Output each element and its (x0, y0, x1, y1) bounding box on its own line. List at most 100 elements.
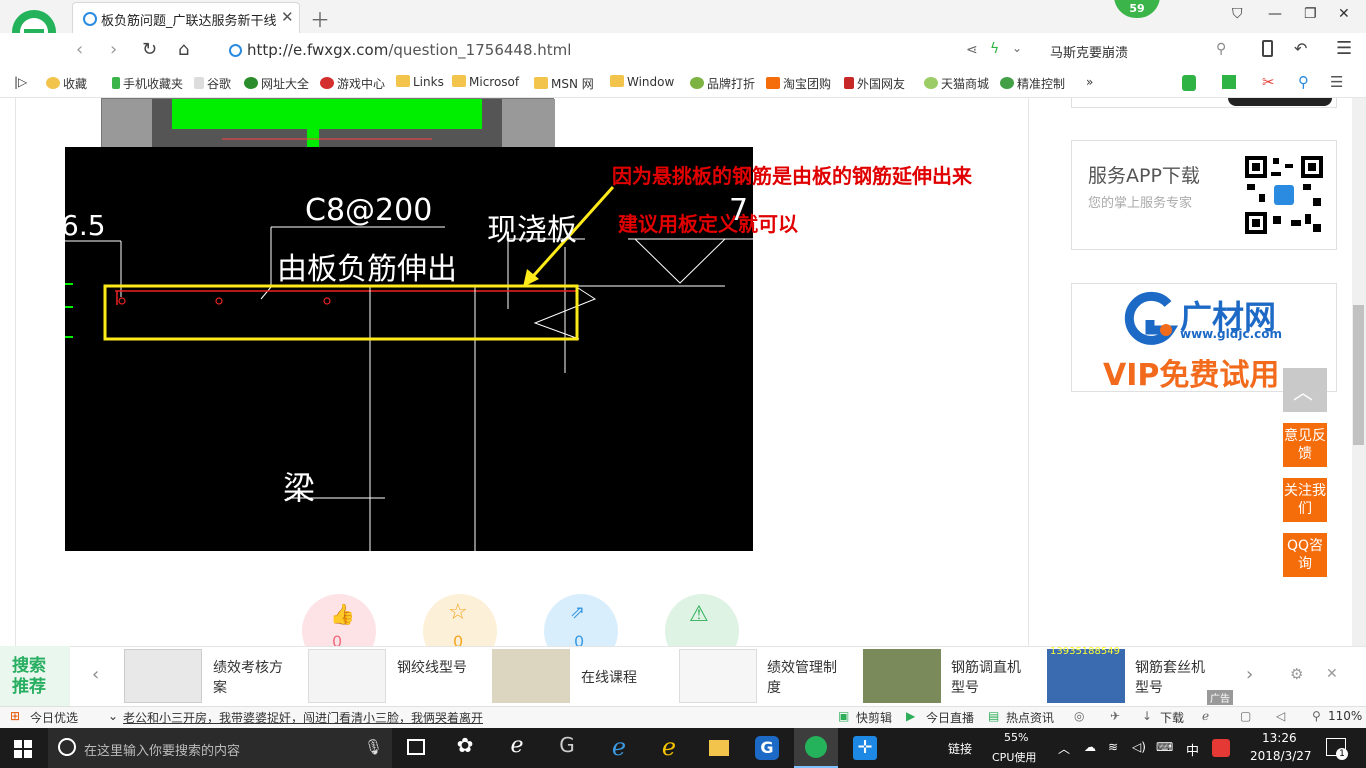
recommend-item[interactable]: 钢筋调直机型号 (951, 658, 1031, 698)
refresh-icon[interactable]: ↻ (142, 39, 157, 60)
bookmark-hao[interactable]: 网址大全 (244, 75, 309, 92)
bookmark-tmall[interactable]: 天猫商城 (924, 75, 989, 92)
home-icon[interactable]: ⌂ (178, 39, 189, 60)
search-input[interactable]: 马斯克要崩溃 (1040, 38, 1240, 64)
sound-icon[interactable]: ◁ (1276, 709, 1285, 723)
chevron-down-icon[interactable]: ⌄ (108, 709, 118, 723)
follow-us-button[interactable]: 关注我们 (1283, 478, 1327, 522)
share-icon[interactable]: ⋖ (966, 42, 978, 58)
thumbs-up-icon: 👍 (330, 602, 355, 626)
shirt-icon[interactable]: ⛉ (1232, 6, 1243, 22)
wifi-icon[interactable]: ≋ (1108, 740, 1118, 754)
magnifier-icon[interactable]: ⚲ (1298, 73, 1309, 91)
link-label[interactable]: 链接 (948, 740, 972, 757)
recommend-image[interactable] (1047, 649, 1125, 703)
undo-icon[interactable]: ↶ (1294, 39, 1307, 58)
translate-icon[interactable] (1222, 75, 1236, 89)
next-icon[interactable]: › (1246, 664, 1253, 685)
volume-icon[interactable]: ◁) (1132, 740, 1146, 754)
ie-taskbar-icon[interactable]: ℯ (600, 733, 638, 763)
glodon-icon[interactable]: G (748, 733, 786, 763)
today-picks[interactable]: 今日优选 (30, 709, 78, 726)
recommend-item[interactable]: 绩效考核方案 (213, 658, 293, 698)
recommend-item[interactable]: 在线课程 (581, 668, 661, 688)
recommend-image[interactable] (679, 649, 757, 703)
cloud-icon[interactable]: ☁ (1084, 740, 1096, 754)
bookmark-google[interactable]: 谷歌 (194, 75, 231, 92)
back-icon[interactable]: ‹ (76, 39, 83, 60)
recommend-item[interactable]: 绩效管理制度 (767, 658, 847, 698)
new-tab-button[interactable]: ＋ (310, 4, 330, 33)
maximize-button[interactable]: ❐ (1304, 6, 1317, 22)
bookmark-mobile[interactable]: 手机收藏夹 (112, 75, 183, 92)
cad-dimension-left: 6.5 (65, 209, 106, 242)
back-to-top-button[interactable]: ︿ (1283, 368, 1327, 412)
taskbar-search-input[interactable]: 在这里输入你要搜索的内容 🎙 (48, 728, 392, 768)
chevron-up-icon[interactable]: ︿ (1058, 740, 1070, 757)
address-input[interactable]: http://e.fwxgx.com/question_1756448.html (247, 41, 571, 59)
lightning-icon[interactable]: ϟ (990, 41, 999, 57)
kuaijianji-link[interactable]: 快剪辑 (856, 709, 892, 726)
bookmark-taobao[interactable]: 淘宝团购 (766, 75, 831, 92)
close-window-button[interactable]: ✕ (1338, 6, 1350, 22)
app-blue-icon[interactable]: ✛ (846, 733, 884, 763)
ime-indicator[interactable]: 中 (1186, 740, 1199, 759)
hot-news-link[interactable]: 热点资讯 (1006, 709, 1054, 726)
bookmark-foreign[interactable]: 外国网友 (844, 75, 905, 92)
tab-active[interactable]: 板负筋问题_广联达服务新干线 ✕ (72, 2, 300, 33)
speed-icon[interactable]: ◎ (1074, 709, 1084, 723)
menu-lines-icon[interactable]: ☰ (1330, 73, 1343, 91)
recommend-image[interactable] (492, 649, 570, 703)
search-icon[interactable]: ⚲ (1216, 41, 1226, 57)
zoom-level[interactable]: 110% (1328, 709, 1362, 723)
microphone-icon[interactable]: 🎙 (364, 738, 383, 756)
keyboard-icon[interactable]: ⌨ (1156, 740, 1173, 754)
sogou-icon[interactable] (1212, 739, 1230, 757)
bookmark-more[interactable]: » (1086, 75, 1093, 89)
recommend-item[interactable]: 钢绞线型号 (397, 658, 477, 678)
recommend-image[interactable] (863, 649, 941, 703)
phone-icon[interactable] (1262, 40, 1273, 57)
clock-time[interactable]: 13:26 (1262, 731, 1297, 745)
bookmark-brand[interactable]: 品牌打折 (690, 75, 755, 92)
download-link[interactable]: 下载 (1160, 709, 1184, 726)
ie-mode-icon[interactable]: ℯ (1202, 709, 1209, 723)
scrollbar-thumb[interactable] (1353, 305, 1364, 445)
bookmark-links[interactable]: Links (396, 75, 444, 89)
recommend-item[interactable]: 钢筋套丝机型号 (1135, 658, 1215, 698)
close-icon[interactable]: ✕ (1326, 666, 1338, 682)
settings-icon[interactable]: ⚙ (1290, 665, 1303, 683)
shield-icon[interactable] (1182, 75, 1196, 91)
bookmark-msn[interactable]: MSN 网 (534, 75, 594, 92)
bookmark-windows[interactable]: Window (610, 75, 674, 89)
ie-blue-icon[interactable]: ℯ (650, 733, 688, 763)
recommend-image[interactable] (308, 649, 386, 703)
minimize-button[interactable]: — (1268, 6, 1282, 22)
live-link[interactable]: 今日直播 (926, 709, 974, 726)
scissors-icon[interactable]: ✂ (1262, 73, 1275, 91)
edge-icon[interactable]: ℯ (498, 733, 536, 763)
task-view-icon[interactable] (398, 733, 436, 763)
window-icon[interactable]: ▢ (1240, 709, 1251, 723)
g-app-icon[interactable]: G (548, 733, 586, 763)
bookmark-microsoft[interactable]: Microsof (452, 75, 519, 89)
bookmark-precise[interactable]: 精准控制 (1000, 75, 1065, 92)
bookmark-games[interactable]: 游戏中心 (320, 75, 385, 92)
windows-start-icon[interactable] (14, 740, 32, 758)
pin-icon[interactable]: ✈ (1110, 709, 1120, 723)
tab-close-icon[interactable]: ✕ (281, 8, 294, 26)
clock-date[interactable]: 2018/3/27 (1250, 749, 1312, 763)
sidebar-toggle-icon[interactable]: |▷ (14, 75, 27, 89)
news-headline-link[interactable]: 老公和小三开房，我带婆婆捉奸，闯进门看清小三脸，我俩哭着离开 (123, 709, 483, 726)
qq-consult-button[interactable]: QQ咨询 (1283, 533, 1327, 577)
prev-icon[interactable]: ‹ (92, 664, 99, 685)
chevron-down-icon[interactable]: ⌄ (1012, 41, 1022, 55)
forward-icon[interactable]: › (110, 39, 117, 60)
file-explorer-icon[interactable] (700, 733, 738, 763)
menu-icon[interactable]: ☰ (1336, 38, 1352, 59)
fan-app-icon[interactable]: ✿ (446, 733, 484, 763)
feedback-button[interactable]: 意见反馈 (1283, 423, 1327, 467)
bookmark-favorites[interactable]: 收藏 (46, 75, 87, 92)
active-browser-task[interactable] (794, 728, 838, 768)
recommend-image[interactable] (124, 649, 202, 703)
